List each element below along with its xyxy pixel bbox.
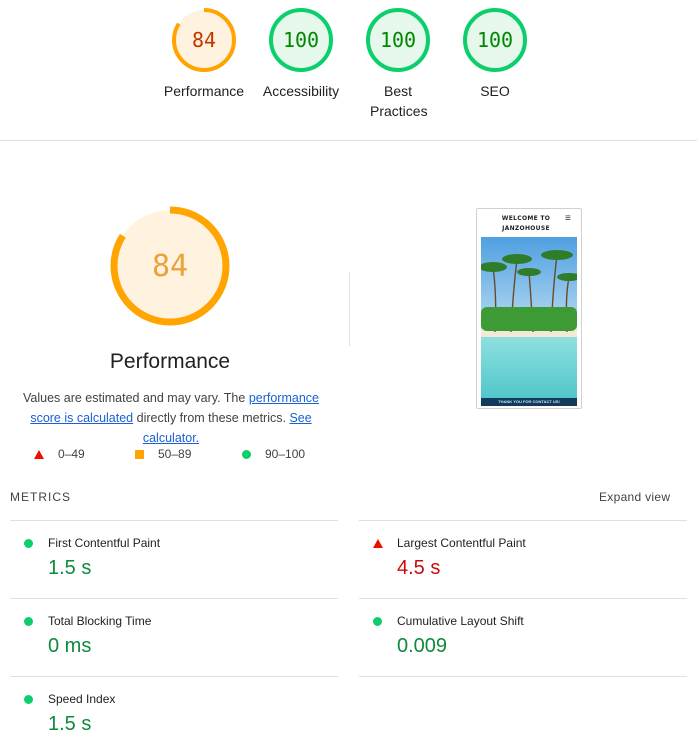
pass-circle-icon bbox=[24, 695, 33, 704]
metric-value-tbt: 0 ms bbox=[48, 635, 92, 657]
metric-name-lcp: Largest Contentful Paint bbox=[397, 536, 526, 550]
metrics-divider bbox=[359, 520, 687, 521]
expand-view-button[interactable]: Expand view bbox=[599, 490, 670, 504]
orange-square-icon bbox=[135, 449, 144, 459]
thumbnail-footer: THANK YOU FOR CONTACT US! bbox=[481, 398, 577, 406]
metrics-heading: METRICS bbox=[10, 490, 71, 504]
beach-palm-image bbox=[481, 237, 577, 403]
legend-fail: 0–49 bbox=[34, 447, 85, 461]
metrics-divider bbox=[10, 598, 338, 599]
section-divider bbox=[349, 272, 350, 346]
thumbnail-site-title: WELCOME TO JANZOHOUSE bbox=[501, 215, 551, 232]
performance-gauge-large: 84 bbox=[108, 204, 232, 328]
metrics-divider bbox=[10, 520, 338, 521]
gauge-accessibility-label: Accessibility bbox=[262, 83, 340, 99]
seo-score: 100 bbox=[476, 28, 514, 52]
metric-value-si: 1.5 s bbox=[48, 713, 92, 735]
metric-value-fcp: 1.5 s bbox=[48, 557, 92, 579]
legend-average-range: 50–89 bbox=[158, 447, 192, 461]
description-text-2: directly from these metrics. bbox=[133, 411, 290, 425]
gauge-seo-label: SEO bbox=[480, 83, 510, 99]
performance-title: Performance bbox=[109, 350, 231, 373]
green-circle-icon bbox=[242, 449, 251, 459]
performance-score: 84 bbox=[191, 28, 217, 52]
red-triangle-icon bbox=[34, 449, 44, 459]
pass-circle-icon bbox=[24, 617, 33, 626]
gauge-accessibility[interactable]: 100 bbox=[266, 5, 336, 75]
pass-circle-icon bbox=[24, 539, 33, 548]
fail-triangle-icon bbox=[373, 539, 383, 548]
gauge-performance[interactable]: 84 bbox=[169, 5, 239, 75]
metric-value-lcp: 4.5 s bbox=[397, 557, 441, 579]
legend-fail-range: 0–49 bbox=[58, 447, 85, 461]
gauge-performance-label: Performance bbox=[163, 83, 245, 99]
metric-name-cls: Cumulative Layout Shift bbox=[397, 614, 524, 628]
hamburger-menu-icon: ≡ bbox=[565, 213, 571, 224]
gauge-best-practices[interactable]: 100 bbox=[363, 5, 433, 75]
gauge-best-practices-label: Best Practices bbox=[370, 83, 428, 119]
description-text: Values are estimated and may vary. The bbox=[23, 391, 249, 405]
metric-name-si: Speed Index bbox=[48, 692, 116, 706]
legend-average: 50–89 bbox=[135, 447, 191, 461]
metric-name-fcp: First Contentful Paint bbox=[48, 536, 161, 550]
metric-name-tbt: Total Blocking Time bbox=[48, 614, 152, 628]
metrics-divider bbox=[10, 676, 338, 677]
best-practices-score: 100 bbox=[379, 28, 417, 52]
performance-score-large: 84 bbox=[151, 248, 189, 284]
header-divider bbox=[0, 140, 697, 141]
accessibility-score: 100 bbox=[282, 28, 320, 52]
metrics-divider bbox=[359, 676, 687, 677]
legend-pass-range: 90–100 bbox=[265, 447, 306, 461]
gauge-seo[interactable]: 100 bbox=[460, 5, 530, 75]
thumbnail-header: WELCOME TO JANZOHOUSE ≡ bbox=[477, 209, 581, 235]
thumbnail-footer-text: THANK YOU FOR CONTACT US! bbox=[498, 399, 560, 404]
metrics-divider bbox=[359, 598, 687, 599]
metric-value-cls: 0.009 bbox=[397, 635, 448, 657]
page-screenshot-thumbnail[interactable]: WELCOME TO JANZOHOUSE ≡ THANK YOU FOR CO… bbox=[476, 208, 582, 409]
performance-description: Values are estimated and may vary. The p… bbox=[6, 388, 336, 448]
pass-circle-icon bbox=[373, 617, 382, 626]
legend-pass: 90–100 bbox=[242, 447, 305, 461]
